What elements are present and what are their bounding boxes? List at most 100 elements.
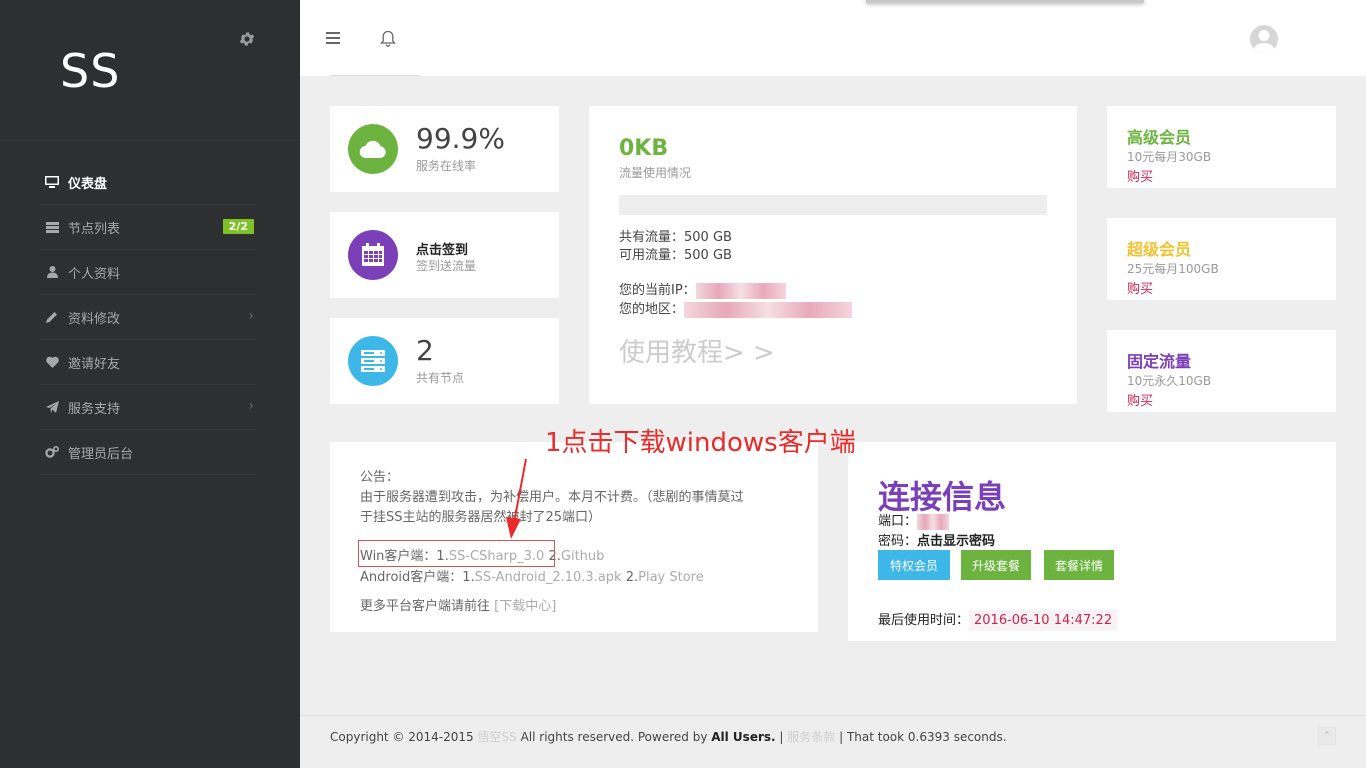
rights-text: All rights reserved. Powered by bbox=[516, 730, 712, 744]
android-client-label: Android客户端：1. bbox=[360, 570, 475, 585]
announcement-heading: 公告： bbox=[360, 470, 400, 485]
show-password-link[interactable]: 点击显示密码 bbox=[917, 534, 995, 549]
github-link[interactable]: Github bbox=[561, 549, 605, 564]
ss-android-download-link[interactable]: SS-Android_2.10.3.apk bbox=[475, 570, 622, 585]
gear-icon[interactable] bbox=[238, 30, 256, 48]
footer-divider bbox=[300, 715, 1366, 716]
list-icon bbox=[44, 219, 60, 235]
announcement-body: 于挂SS主站的服务器居然被封了25端口） bbox=[360, 510, 602, 525]
sidebar-item-dashboard[interactable]: 仪表盘 bbox=[40, 160, 256, 205]
sidebar-item-label: 个人资料 bbox=[68, 266, 121, 282]
nodes-card: 2 共有节点 bbox=[330, 318, 559, 404]
timing-text: | That took 0.6393 seconds. bbox=[835, 730, 1007, 744]
upgrade-plan-button[interactable]: 升级套餐 bbox=[961, 550, 1031, 580]
sidebar-item-nodes[interactable]: 节点列表 2/2 bbox=[40, 205, 256, 250]
sidebar-item-label: 管理员后台 bbox=[68, 446, 134, 462]
sidebar-item-invite[interactable]: 邀请好友 bbox=[40, 340, 256, 385]
sidebar-item-label: 节点列表 bbox=[68, 221, 121, 237]
sidebar-item-edit-profile[interactable]: 资料修改 › bbox=[40, 295, 256, 340]
site-name: 悟空SS bbox=[477, 730, 517, 744]
cloud-icon bbox=[348, 124, 398, 174]
plan-title: 固定流量 bbox=[1127, 352, 1192, 371]
plan-title: 高级会员 bbox=[1127, 128, 1192, 147]
nodes-label: 共有节点 bbox=[416, 371, 465, 385]
region-label: 您的地区： bbox=[619, 302, 685, 317]
download-center-link[interactable]: [下载中心] bbox=[494, 599, 556, 614]
user-icon bbox=[44, 264, 60, 280]
monitor-icon bbox=[44, 174, 60, 190]
android-client-row: Android客户端：1.SS-Android_2.10.3.apk 2.Pla… bbox=[360, 566, 704, 585]
buy-link[interactable]: 购买 bbox=[1127, 278, 1153, 297]
plan-title: 超级会员 bbox=[1127, 240, 1192, 259]
sidebar-item-profile[interactable]: 个人资料 bbox=[40, 250, 256, 295]
cogs-icon bbox=[44, 444, 60, 460]
chevron-right-icon: › bbox=[248, 398, 254, 414]
traffic-total: 共有流量：500 GB bbox=[619, 230, 732, 245]
more-platforms-label: 更多平台客户端请前往 bbox=[360, 599, 495, 614]
checkin-label: 签到送流量 bbox=[416, 259, 477, 273]
chevron-right-icon: › bbox=[248, 308, 254, 324]
buy-link[interactable]: 购买 bbox=[1127, 166, 1153, 185]
tutorial-link[interactable]: 使用教程> > bbox=[619, 332, 775, 369]
sidebar-item-label: 资料修改 bbox=[68, 311, 121, 327]
bell-icon[interactable] bbox=[380, 30, 398, 48]
announcement-card: 公告： 由于服务器遭到攻击，为补偿用户。本月不计费。（悲剧的事情莫过 于挂SS主… bbox=[330, 442, 818, 632]
site-logo[interactable]: SS bbox=[60, 44, 120, 98]
send-icon bbox=[44, 399, 60, 415]
avatar-icon[interactable] bbox=[1250, 25, 1278, 53]
annotation-arrow bbox=[506, 458, 527, 539]
connection-card: 连接信息 端口： 密码：点击显示密码 特权会员 升级套餐 套餐详情 最后使用时间… bbox=[848, 442, 1336, 641]
footer-separator: | bbox=[775, 730, 788, 744]
sidebar-item-label: 服务支持 bbox=[68, 401, 121, 417]
nodes-count-badge: 2/2 bbox=[222, 219, 254, 234]
traffic-used: 0KB bbox=[619, 136, 669, 161]
uptime-card: 99.9% 服务在线率 bbox=[330, 106, 559, 192]
terms-link[interactable]: 服务条款 bbox=[787, 730, 835, 744]
plan-card-premium: 高级会员 10元每月30GB 购买 bbox=[1107, 106, 1336, 188]
buy-link[interactable]: 购买 bbox=[1127, 390, 1153, 409]
traffic-label: 流量使用情况 bbox=[619, 166, 692, 180]
traffic-progress-bar bbox=[619, 195, 1047, 215]
sidebar-item-label: 邀请好友 bbox=[68, 356, 121, 372]
dropdown-shadow bbox=[866, 0, 1144, 3]
traffic-card: 0KB 流量使用情况 共有流量：500 GB 可用流量：500 GB 您的当前I… bbox=[589, 106, 1077, 404]
plan-desc: 10元每月30GB bbox=[1127, 150, 1212, 164]
sidebar-item-admin[interactable]: 管理员后台 bbox=[40, 430, 256, 475]
sidebar: SS 仪表盘 节点列表 2/2 个人资料 资料修改 › 邀请好友 服务支持 › … bbox=[0, 0, 300, 768]
password-label: 密码： bbox=[878, 534, 918, 549]
copyright-text: Copyright © 2014-2015 bbox=[330, 730, 478, 744]
checkin-card[interactable]: 点击签到 签到送流量 bbox=[330, 212, 559, 298]
port-row: 端口： bbox=[878, 510, 950, 530]
plan-desc: 10元永久10GB bbox=[1127, 374, 1212, 388]
traffic-available: 可用流量：500 GB bbox=[619, 248, 732, 263]
calendar-icon bbox=[348, 230, 398, 280]
powered-by: All Users. bbox=[711, 730, 776, 744]
heart-icon bbox=[44, 354, 60, 370]
scroll-to-top-button[interactable]: ⌃ bbox=[1318, 727, 1336, 745]
topbar-divider bbox=[330, 75, 420, 76]
menu-icon[interactable] bbox=[326, 32, 340, 44]
announcement-body: 由于服务器遭到攻击，为补偿用户。本月不计费。（悲剧的事情莫过 bbox=[360, 490, 744, 505]
pencil-icon bbox=[44, 309, 60, 325]
checkin-title: 点击签到 bbox=[416, 243, 469, 258]
last-used-row: 最后使用时间： 2016-06-10 14:47:22 bbox=[878, 609, 1118, 631]
password-row: 密码：点击显示密码 bbox=[878, 530, 995, 549]
privilege-member-button[interactable]: 特权会员 bbox=[878, 550, 950, 580]
sidebar-divider bbox=[0, 140, 300, 141]
last-used-value: 2016-06-10 14:47:22 bbox=[969, 610, 1118, 631]
plan-card-fixed: 固定流量 10元永久10GB 购买 bbox=[1107, 330, 1336, 412]
sidebar-item-support[interactable]: 服务支持 › bbox=[40, 385, 256, 430]
port-value-redacted bbox=[917, 513, 950, 530]
plan-card-super: 超级会员 25元每月100GB 购买 bbox=[1107, 218, 1336, 300]
more-platforms-row: 更多平台客户端请前往 [下载中心] bbox=[360, 595, 556, 614]
play-store-link[interactable]: Play Store bbox=[638, 570, 704, 585]
topbar bbox=[300, 0, 1366, 76]
server-icon bbox=[348, 336, 398, 386]
annotation-text: 1点击下载windows客户端 bbox=[545, 428, 856, 458]
region-row: 您的地区： bbox=[619, 298, 853, 318]
ip-value-redacted bbox=[695, 282, 786, 299]
plan-details-button[interactable]: 套餐详情 bbox=[1044, 550, 1114, 580]
uptime-value: 99.9% bbox=[416, 122, 505, 155]
sidebar-item-label: 仪表盘 bbox=[68, 176, 108, 192]
port-label: 端口： bbox=[878, 514, 918, 529]
